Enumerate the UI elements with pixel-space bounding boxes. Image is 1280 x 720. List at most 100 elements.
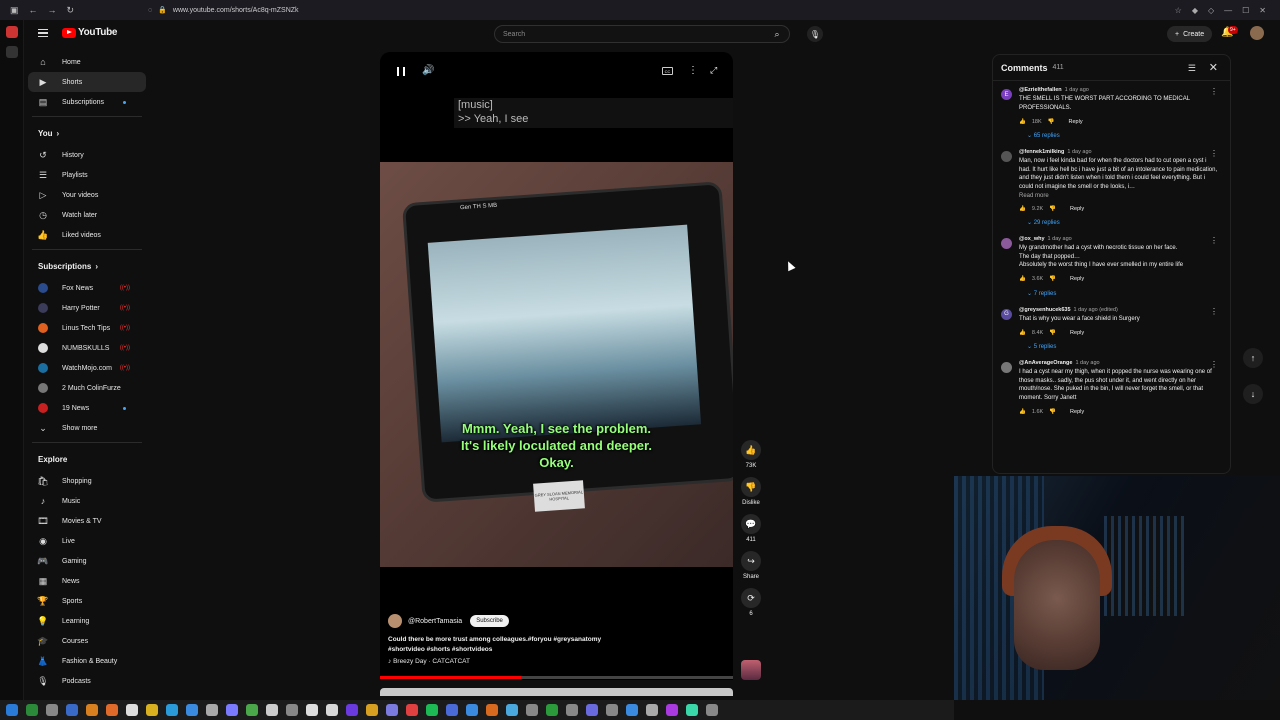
- thumbs-down-icon[interactable]: 👎: [1049, 330, 1056, 336]
- sidebar-item-subscriptions[interactable]: ▤ Subscriptions: [24, 92, 150, 112]
- comment-author[interactable]: @Ezrielthefallen: [1019, 87, 1062, 93]
- comment-more-icon[interactable]: ⋮: [1210, 307, 1218, 316]
- maximize-icon[interactable]: ☐: [1242, 6, 1249, 15]
- sidebar-item-music[interactable]: ♪ Music: [24, 491, 150, 511]
- share-action[interactable]: ↪ Share: [738, 551, 764, 580]
- subscription-channel[interactable]: 2 Much ColinFurze: [24, 378, 150, 398]
- comment-time[interactable]: 1 day ago: [1065, 87, 1089, 93]
- taskbar-app-icon[interactable]: [386, 704, 398, 716]
- subscribe-button[interactable]: Subscribe: [470, 615, 509, 627]
- reply-button[interactable]: Reply: [1070, 276, 1084, 282]
- taskbar-app-icon[interactable]: [266, 704, 278, 716]
- sidebar-item-history[interactable]: ↺ History: [24, 145, 150, 165]
- comment-time[interactable]: 1 day ago: [1067, 149, 1091, 155]
- progress-bar[interactable]: [380, 676, 733, 679]
- taskbar-app-icon[interactable]: [126, 704, 138, 716]
- sidebar-item-sports[interactable]: 🏆 Sports: [24, 591, 150, 611]
- comment-icon[interactable]: 💬: [741, 514, 761, 534]
- subscription-channel[interactable]: Harry Potter ((•)): [24, 298, 150, 318]
- sidebar-section-title[interactable]: Subscriptions ›: [24, 254, 150, 278]
- taskbar-app-icon[interactable]: [706, 704, 718, 716]
- taskbar-app-icon[interactable]: [606, 704, 618, 716]
- browser-menu-icon[interactable]: ▣: [10, 5, 19, 16]
- sidebar-section-title[interactable]: You ›: [24, 121, 150, 145]
- sidebar-item-gaming[interactable]: 🎮 Gaming: [24, 551, 150, 571]
- taskbar-app-icon[interactable]: [506, 704, 518, 716]
- taskbar-app-icon[interactable]: [26, 704, 38, 716]
- video-frame[interactable]: Gen TH S MB Mmm. Yeah, I see the problem…: [380, 162, 733, 567]
- taskbar-app-icon[interactable]: [686, 704, 698, 716]
- arrow-down-icon[interactable]: ↓: [1243, 384, 1263, 404]
- taskbar-app-icon[interactable]: [106, 704, 118, 716]
- add-icon[interactable]: [6, 46, 18, 58]
- thumbs-down-icon[interactable]: 👎: [1049, 276, 1056, 282]
- subscription-channel[interactable]: 19 News: [24, 398, 150, 418]
- taskbar-app-icon[interactable]: [346, 704, 358, 716]
- music-row[interactable]: ♪ Breezy Day · CATCATCAT: [388, 658, 470, 665]
- bookmark-icon[interactable]: ☆: [1175, 6, 1182, 15]
- commenter-avatar[interactable]: [1001, 362, 1012, 373]
- sidebar-item-courses[interactable]: 🎓 Courses: [24, 631, 150, 651]
- fullscreen-icon[interactable]: ⤢: [710, 65, 717, 76]
- reply-button[interactable]: Reply: [1070, 206, 1084, 212]
- taskbar-app-icon[interactable]: [666, 704, 678, 716]
- comment-author[interactable]: @fennek1milking: [1019, 149, 1064, 155]
- comment-author[interactable]: @ox_why: [1019, 236, 1045, 242]
- subscription-channel[interactable]: WatchMojo.com ((•)): [24, 358, 150, 378]
- search-input[interactable]: Search ⌕: [494, 25, 790, 43]
- taskbar-app-icon[interactable]: [466, 704, 478, 716]
- sidebar-item-shopping[interactable]: 🛍 Shopping: [24, 471, 150, 491]
- video-description[interactable]: Could there be more trust among colleagu…: [388, 635, 618, 655]
- minimize-icon[interactable]: —: [1224, 6, 1232, 15]
- comment-time[interactable]: 1 day ago (edited): [1074, 307, 1118, 313]
- thumbs-down-icon[interactable]: 👎: [741, 477, 761, 497]
- sidebar-item-live[interactable]: ◉ Live: [24, 531, 150, 551]
- comment-author[interactable]: @AnAverageOrange: [1019, 360, 1072, 366]
- sidebar-item-home[interactable]: ⌂ Home: [24, 52, 150, 72]
- taskbar-app-icon[interactable]: [446, 704, 458, 716]
- channel-name[interactable]: @RobertTamasia: [408, 618, 462, 625]
- taskbar-app-icon[interactable]: [406, 704, 418, 716]
- closed-captions-icon[interactable]: CC: [662, 67, 673, 75]
- commenter-avatar[interactable]: E: [1001, 89, 1012, 100]
- taskbar-app-icon[interactable]: [246, 704, 258, 716]
- thumbs-up-icon[interactable]: 👍: [1019, 119, 1026, 125]
- sidebar-item-playlists[interactable]: ☰ Playlists: [24, 165, 150, 185]
- comments-action[interactable]: 💬 411: [738, 514, 764, 543]
- comment-more-icon[interactable]: ⋮: [1210, 149, 1218, 158]
- close-icon[interactable]: ✕: [1209, 61, 1218, 74]
- taskbar-app-icon[interactable]: [206, 704, 218, 716]
- taskbar-app-icon[interactable]: [286, 704, 298, 716]
- reply-button[interactable]: Reply: [1070, 330, 1084, 336]
- thumbs-down-icon[interactable]: 👎: [1049, 206, 1056, 212]
- search-button[interactable]: ⌕: [765, 26, 789, 42]
- commenter-avatar[interactable]: G: [1001, 308, 1012, 320]
- taskbar-app-icon[interactable]: [186, 704, 198, 716]
- volume-icon[interactable]: 🔊: [422, 65, 434, 76]
- sidebar-item-shorts[interactable]: ▶ Shorts: [28, 72, 146, 92]
- thumbs-up-icon[interactable]: 👍: [741, 440, 761, 460]
- next-short-peek[interactable]: [380, 688, 733, 696]
- remix-action[interactable]: ⟳ 6: [738, 588, 764, 617]
- thumbs-up-icon[interactable]: 👍: [1019, 330, 1026, 336]
- sidebar-section-title[interactable]: Explore: [24, 447, 150, 471]
- back-icon[interactable]: ←: [29, 5, 38, 15]
- youtube-logo[interactable]: YouTube: [62, 27, 118, 38]
- taskbar-app-icon[interactable]: [306, 704, 318, 716]
- subscription-channel[interactable]: Fox News ((•)): [24, 278, 150, 298]
- comment-more-icon[interactable]: ⋮: [1210, 360, 1218, 369]
- subscription-channel[interactable]: NUMBSKULLS ((•)): [24, 338, 150, 358]
- share-icon[interactable]: ↪: [741, 551, 761, 571]
- taskbar-app-icon[interactable]: [486, 704, 498, 716]
- comment-more-icon[interactable]: ⋮: [1210, 236, 1218, 245]
- view-replies-button[interactable]: ⌄ 7 replies: [1027, 290, 1222, 297]
- taskbar-app-icon[interactable]: [226, 704, 238, 716]
- shorts-player[interactable]: 🔊 CC ⋮ ⤢ [music] >> Yeah, I see Gen TH S…: [380, 52, 733, 680]
- hamburger-menu-icon[interactable]: [38, 29, 48, 37]
- sidebar-item-learning[interactable]: 💡 Learning: [24, 611, 150, 631]
- commenter-avatar[interactable]: [1001, 151, 1012, 162]
- create-button[interactable]: + Create: [1167, 26, 1213, 42]
- commenter-avatar[interactable]: [1001, 238, 1012, 249]
- taskbar-app-icon[interactable]: [546, 704, 558, 716]
- sidebar-item-podcasts[interactable]: 🎙 Podcasts: [24, 671, 150, 691]
